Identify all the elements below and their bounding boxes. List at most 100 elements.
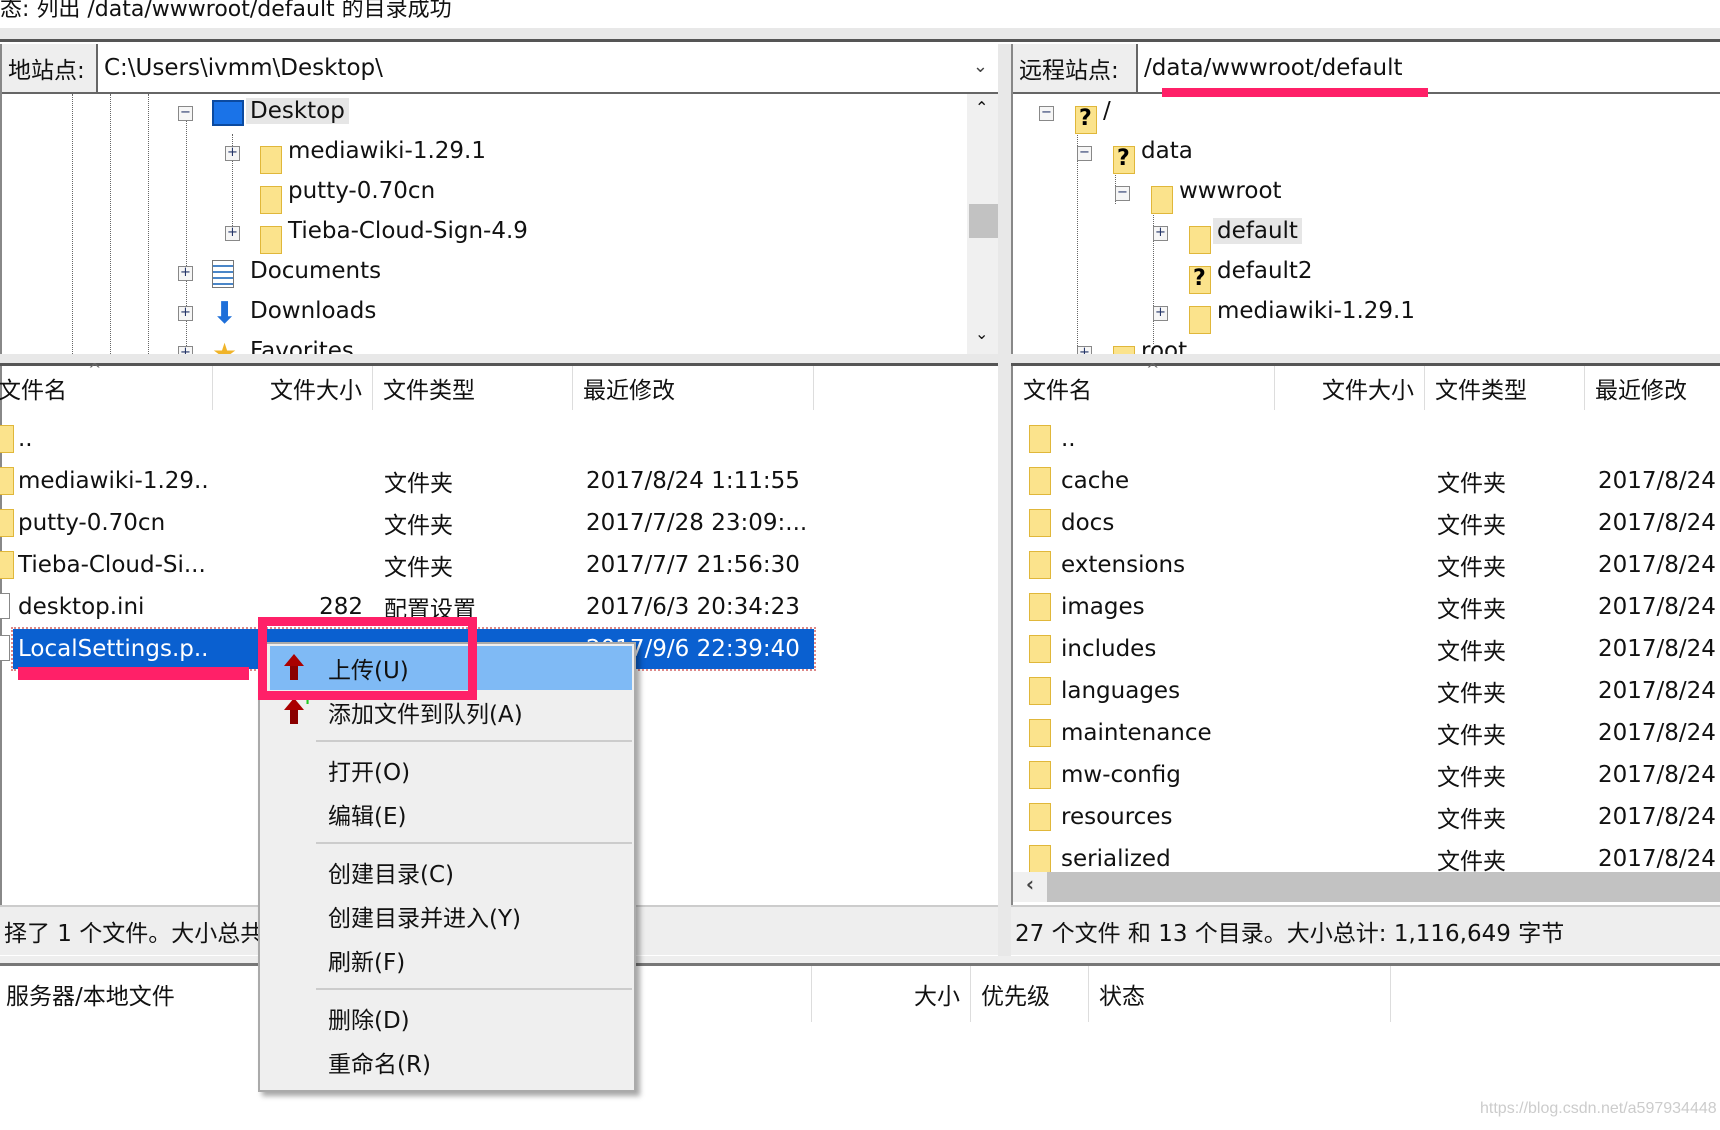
folder-icon: [1189, 226, 1211, 254]
tree-item-label: root: [1141, 338, 1188, 354]
tree-item[interactable]: −/: [1013, 94, 1720, 134]
tree-item[interactable]: default2: [1013, 254, 1720, 294]
folder-icon: [1189, 306, 1211, 334]
local-list-header: 文件名 文件大小 文件类型 最近修改 ^: [0, 360, 1000, 414]
folder-icon: [1029, 425, 1051, 453]
file-row[interactable]: ..: [1013, 419, 1720, 459]
file-row[interactable]: resources 文件夹 2017/8/24: [1013, 797, 1720, 837]
annotation-underline: [18, 667, 249, 680]
tree-item[interactable]: + ★ Favorites: [2, 334, 967, 354]
collapse-icon[interactable]: −: [178, 106, 193, 121]
remote-file-list: 文件名 文件大小 文件类型 最近修改 ^ .. cache 文件夹 2017/8/24…: [1011, 360, 1720, 906]
splitter[interactable]: [0, 28, 1720, 42]
column-filesize[interactable]: 文件大小: [213, 366, 373, 410]
expand-icon[interactable]: +: [225, 226, 240, 241]
expand-icon[interactable]: +: [178, 306, 193, 321]
column-filesize[interactable]: 文件大小: [1275, 366, 1425, 410]
tree-item-label: putty-0.70cn: [288, 178, 436, 204]
scroll-left-icon[interactable]: ‹: [1013, 872, 1047, 902]
remote-path-input[interactable]: /data/wwwroot/default: [1138, 44, 1720, 92]
tree-item[interactable]: + default: [1013, 214, 1720, 254]
file-modified: 2017/8/24: [1598, 678, 1716, 704]
menu-item[interactable]: 编辑(E): [270, 792, 632, 836]
tree-item[interactable]: putty-0.70cn: [2, 174, 967, 214]
tree-item[interactable]: + mediawiki-1.29.1: [2, 134, 967, 174]
menu-item[interactable]: 刷新(F): [270, 938, 632, 982]
expand-icon[interactable]: +: [178, 266, 193, 281]
collapse-icon[interactable]: −: [1039, 106, 1054, 121]
folder-icon: [1029, 509, 1051, 537]
column-filename[interactable]: 文件名: [1013, 366, 1275, 410]
remote-path-value: /data/wwwroot/default: [1144, 55, 1403, 81]
collapse-icon[interactable]: −: [1077, 146, 1092, 161]
collapse-icon[interactable]: −: [1115, 186, 1130, 201]
menu-item-label: 创建目录并进入(Y): [328, 906, 521, 932]
file-row[interactable]: Tieba-Cloud-Si... 文件夹 2017/7/7 21:56:30: [0, 545, 814, 585]
local-path-input[interactable]: C:\Users\ivmm\Desktop\ ⌄: [98, 44, 998, 92]
menu-item[interactable]: 打开(O): [270, 748, 632, 792]
scroll-down-icon[interactable]: ⌄: [975, 324, 988, 343]
file-modified: [1598, 419, 1720, 459]
local-tree-scrollbar[interactable]: ⌃ ⌄: [967, 94, 1000, 354]
scrollbar-thumb[interactable]: [969, 204, 998, 238]
tree-item[interactable]: − data: [1013, 134, 1720, 174]
menu-item[interactable]: 创建目录(C): [270, 850, 632, 894]
column-filetype[interactable]: 文件类型: [373, 366, 573, 410]
file-row[interactable]: languages 文件夹 2017/8/24: [1013, 671, 1720, 711]
folder-icon: [0, 467, 14, 495]
column-status[interactable]: 状态: [1089, 966, 1391, 1022]
tree-item[interactable]: + Tieba-Cloud-Sign-4.9: [2, 214, 967, 254]
scroll-up-icon[interactable]: ⌃: [975, 98, 988, 117]
file-modified: 2017/7/7 21:56:30: [586, 552, 800, 578]
file-row[interactable]: cache 文件夹 2017/8/24: [1013, 461, 1720, 501]
file-type: 文件夹: [384, 555, 453, 581]
column-size[interactable]: 大小: [812, 966, 971, 1022]
menu-separator: [316, 740, 632, 742]
column-filetype[interactable]: 文件类型: [1425, 366, 1585, 410]
tree-item-label: /: [1103, 98, 1111, 124]
file-modified: [586, 419, 816, 459]
column-priority[interactable]: 优先级: [971, 966, 1089, 1022]
tree-item-label: Tieba-Cloud-Sign-4.9: [288, 218, 528, 244]
tree-item[interactable]: − Desktop: [2, 94, 967, 134]
file-row[interactable]: putty-0.70cn 文件夹 2017/7/28 23:09:...: [0, 503, 814, 543]
file-row[interactable]: extensions 文件夹 2017/8/24: [1013, 545, 1720, 585]
expand-icon[interactable]: +: [1153, 226, 1168, 241]
expand-icon[interactable]: +: [1153, 306, 1168, 321]
remote-site-label: 远程站点:: [1013, 44, 1138, 92]
column-modified[interactable]: 最近修改: [1585, 366, 1720, 410]
menu-item[interactable]: 创建目录并进入(Y): [270, 894, 632, 938]
column-modified[interactable]: 最近修改: [573, 366, 814, 410]
horizontal-scrollbar[interactable]: ‹: [1013, 872, 1720, 902]
file-row[interactable]: images 文件夹 2017/8/24: [1013, 587, 1720, 627]
file-row[interactable]: ..: [0, 419, 816, 459]
tree-item[interactable]: + ⬇ Downloads: [2, 294, 967, 334]
desktop-icon: [212, 100, 244, 126]
file-row[interactable]: mediawiki-1.29... 文件夹 2017/8/24 1:11:55: [0, 461, 814, 501]
tree-item-label: data: [1141, 138, 1193, 164]
file-row[interactable]: docs 文件夹 2017/8/24: [1013, 503, 1720, 543]
menu-item[interactable]: 重命名(R): [270, 1040, 632, 1084]
expand-icon[interactable]: +: [1077, 346, 1092, 354]
document-icon: [212, 260, 234, 288]
menu-item[interactable]: 删除(D): [270, 996, 632, 1040]
tree-item[interactable]: − wwwroot: [1013, 174, 1720, 214]
file-row[interactable]: maintenance 文件夹 2017/8/24: [1013, 713, 1720, 753]
tree-item[interactable]: + Documents: [2, 254, 967, 294]
file-row[interactable]: includes 文件夹 2017/8/24: [1013, 629, 1720, 669]
tree-item[interactable]: + root: [1013, 334, 1720, 354]
menu-item-label: 删除(D): [328, 1008, 410, 1034]
file-row[interactable]: mw-config 文件夹 2017/8/24: [1013, 755, 1720, 795]
column-filename[interactable]: 文件名: [0, 366, 213, 410]
remote-site-bar: 远程站点: /data/wwwroot/default: [1013, 44, 1720, 94]
expand-icon[interactable]: +: [178, 346, 193, 354]
file-type: 文件夹: [384, 471, 453, 497]
unknown-folder-icon: [1189, 266, 1211, 294]
chevron-down-icon[interactable]: ⌄: [973, 56, 988, 77]
file-type: 文件夹: [1437, 807, 1506, 833]
expand-icon[interactable]: +: [225, 146, 240, 161]
folder-icon: [1029, 551, 1051, 579]
folder-icon: [260, 186, 282, 214]
file-name: docs: [1061, 510, 1115, 536]
tree-item[interactable]: + mediawiki-1.29.1: [1013, 294, 1720, 334]
